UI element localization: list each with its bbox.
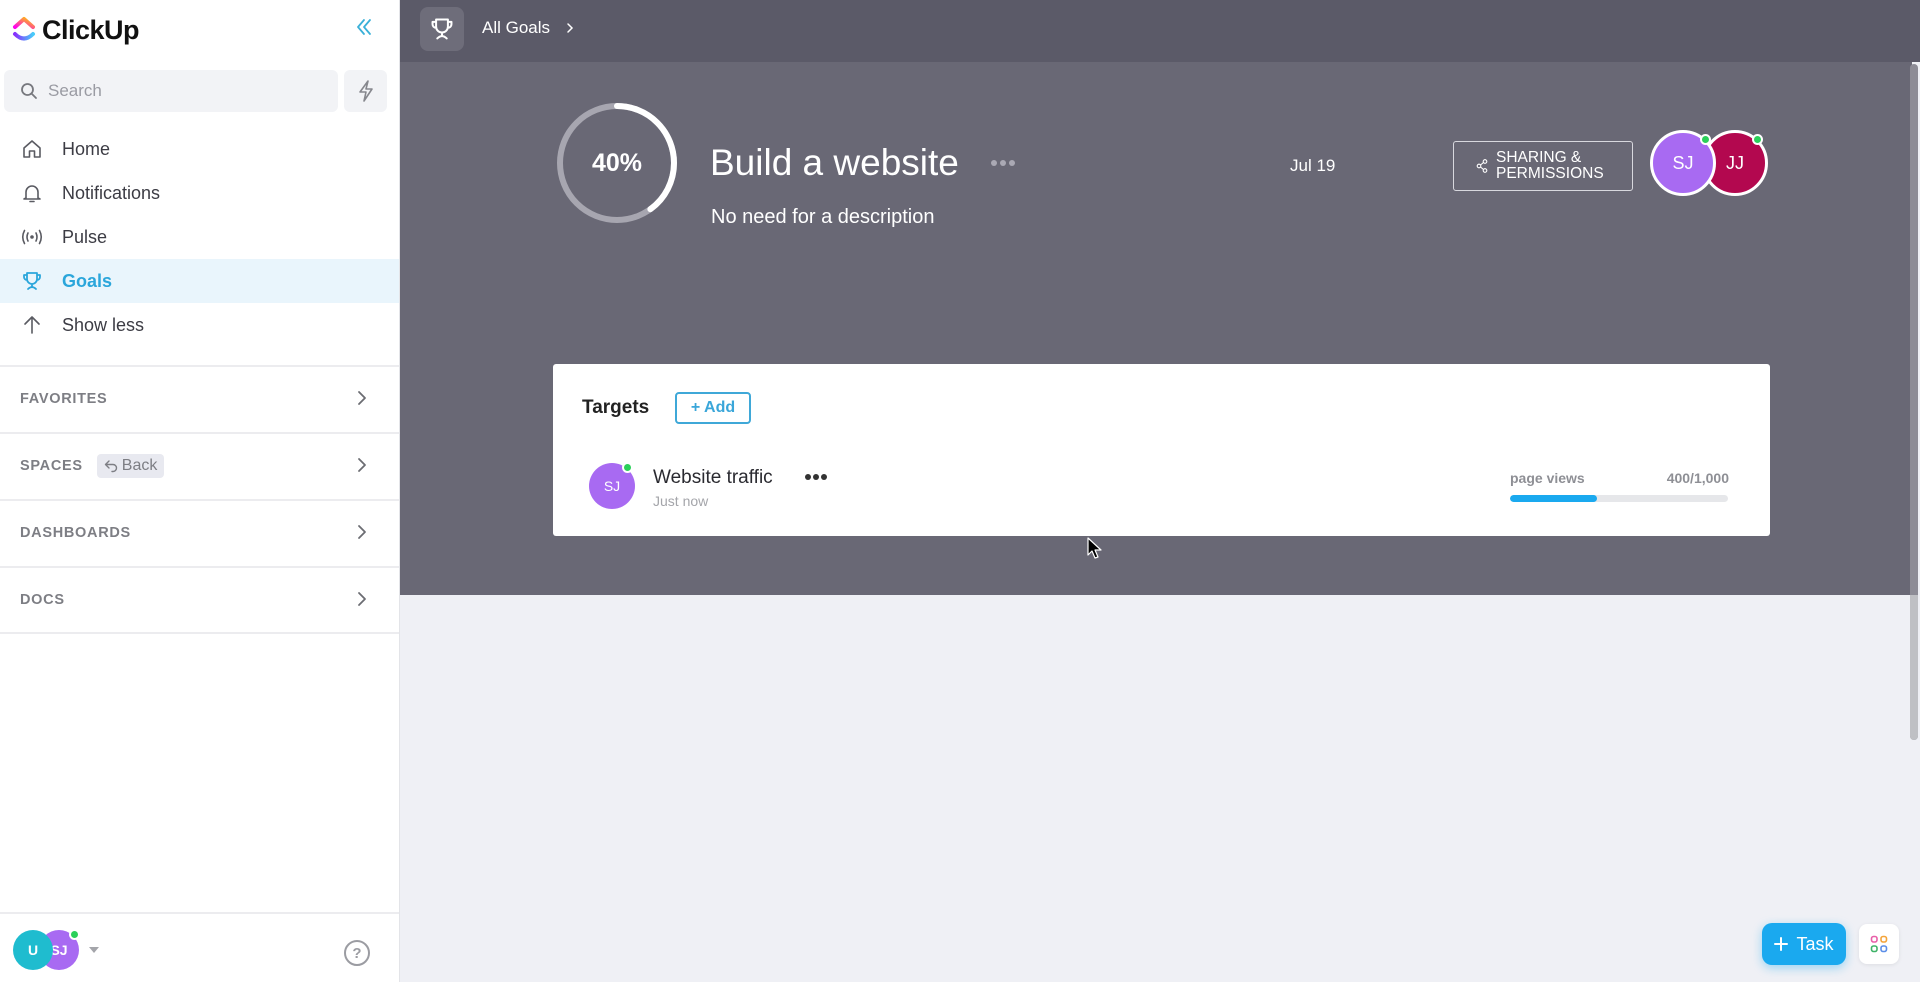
lightning-icon <box>358 80 373 102</box>
targets-card: Targets + Add SJ Website traffic Just no… <box>553 364 1770 536</box>
member-initials: SJ <box>1672 152 1694 173</box>
clickup-logo-icon <box>13 17 35 41</box>
mouse-cursor-icon <box>1087 537 1102 559</box>
target-row[interactable]: SJ Website traffic Just now page views 4… <box>553 460 1770 516</box>
goal-progress-percent: 40% <box>591 148 643 177</box>
goals-icon-button[interactable] <box>420 7 464 51</box>
sidebar-section-docs[interactable]: DOCS <box>0 566 399 634</box>
sidebar-item-label: Show less <box>62 314 145 335</box>
app-window: ClickUp Home Notifications Pulse <box>0 0 1920 982</box>
goal-title[interactable]: Build a website <box>710 142 959 184</box>
online-status-dot <box>1752 134 1763 145</box>
chevron-right-icon <box>358 525 366 539</box>
caret-down-icon <box>89 947 99 953</box>
target-more-options-button[interactable] <box>804 464 828 487</box>
topbar: All Goals <box>400 0 1920 62</box>
back-button[interactable]: Back <box>96 454 165 478</box>
online-status-dot <box>1700 134 1711 145</box>
target-updated-time: Just now <box>653 493 709 509</box>
user-avatar-initial: U <box>27 942 39 958</box>
sharing-label-line1: SHARING & <box>1496 149 1582 166</box>
target-unit: page views <box>1510 470 1585 486</box>
member-initials: JJ <box>1726 152 1744 173</box>
chevron-right-icon <box>358 458 366 472</box>
goal-more-options-button[interactable] <box>990 150 1016 173</box>
new-task-button[interactable]: Task <box>1762 923 1846 965</box>
search-icon <box>21 83 37 99</box>
sidebar-item-label: Goals <box>62 270 113 291</box>
section-title: DASHBOARDS <box>20 525 131 541</box>
sidebar-footer: U SJ ? <box>0 912 399 982</box>
section-title: FAVORITES <box>20 391 108 407</box>
sidebar-section-spaces[interactable]: SPACES Back <box>0 432 399 498</box>
sharing-label-line2: PERMISSIONS <box>1496 165 1604 182</box>
double-chevron-left-icon <box>357 19 371 35</box>
goal-description[interactable]: No need for a description <box>711 206 934 229</box>
sharing-permissions-button[interactable]: SHARING & PERMISSIONS <box>1453 141 1633 191</box>
help-button[interactable]: ? <box>344 940 370 966</box>
online-status-dot <box>622 462 633 473</box>
add-target-button[interactable]: + Add <box>675 392 751 424</box>
undo-arrow-icon <box>104 460 117 473</box>
sidebar-item-show-less[interactable]: Show less <box>0 303 399 347</box>
sidebar-item-notifications[interactable]: Notifications <box>0 171 399 215</box>
sidebar-item-pulse[interactable]: Pulse <box>0 215 399 259</box>
apps-grid-button[interactable] <box>1859 924 1899 964</box>
target-name[interactable]: Website traffic <box>653 467 773 489</box>
more-horizontal-icon <box>805 474 827 480</box>
question-mark-icon: ? <box>352 944 362 962</box>
new-task-label: Task <box>1796 933 1834 954</box>
chevron-right-icon <box>358 391 366 405</box>
pulse-icon <box>20 225 44 249</box>
goal-due-date[interactable]: Jul 19 <box>1290 156 1335 176</box>
back-label: Back <box>121 457 158 474</box>
sidebar-item-goals[interactable]: Goals <box>0 259 399 303</box>
logo-text: ClickUp <box>42 14 140 45</box>
online-status-dot <box>69 929 80 940</box>
sidebar-section-dashboards[interactable]: DASHBOARDS <box>0 499 399 565</box>
chevron-right-icon <box>567 23 574 33</box>
arrow-up-icon <box>20 313 44 337</box>
target-progress-bar <box>1510 495 1728 502</box>
target-progress-fill <box>1510 495 1598 502</box>
target-value: 400/1,000 <box>1666 470 1729 486</box>
plus-icon <box>1774 937 1789 951</box>
chevron-right-icon <box>358 592 366 606</box>
sidebar-item-label: Notifications <box>62 182 161 203</box>
targets-title: Targets <box>582 397 650 418</box>
sidebar-item-home[interactable]: Home <box>0 127 399 171</box>
sidebar-item-label: Home <box>62 138 111 159</box>
search-box[interactable] <box>4 70 338 112</box>
section-title: DOCS <box>20 592 65 608</box>
sidebar-item-label: Pulse <box>62 226 108 247</box>
user-avatar: U <box>13 930 53 970</box>
goal-members: SJ JJ <box>1650 130 1770 200</box>
home-icon <box>20 137 44 161</box>
bell-icon <box>20 181 44 205</box>
section-title: SPACES <box>20 458 83 474</box>
collapse-sidebar-button[interactable] <box>350 14 378 42</box>
sidebar-section-favorites[interactable]: FAVORITES <box>0 365 399 431</box>
quick-actions-button[interactable] <box>344 70 387 112</box>
breadcrumb-label: All Goals <box>482 18 551 37</box>
search-input[interactable] <box>48 81 328 101</box>
user-menu[interactable]: U SJ <box>13 929 103 972</box>
main-scrollbar-track[interactable] <box>1910 595 1918 740</box>
sidebar-nav: Home Notifications Pulse Goals Show less <box>0 127 399 347</box>
trophy-icon <box>20 269 44 293</box>
breadcrumb-all-goals[interactable]: All Goals <box>482 18 574 38</box>
owner-initials: SJ <box>603 478 621 494</box>
more-horizontal-icon <box>991 160 1015 166</box>
clickup-logo[interactable]: ClickUp <box>12 12 140 48</box>
apps-grid-icon <box>1870 935 1888 953</box>
trophy-icon <box>431 18 453 40</box>
sharing-permissions-label: SHARING & PERMISSIONS <box>1496 150 1604 182</box>
share-icon <box>1476 159 1488 173</box>
member-avatar-initials: SJ <box>50 942 68 958</box>
sidebar: ClickUp Home Notifications Pulse <box>0 0 400 982</box>
